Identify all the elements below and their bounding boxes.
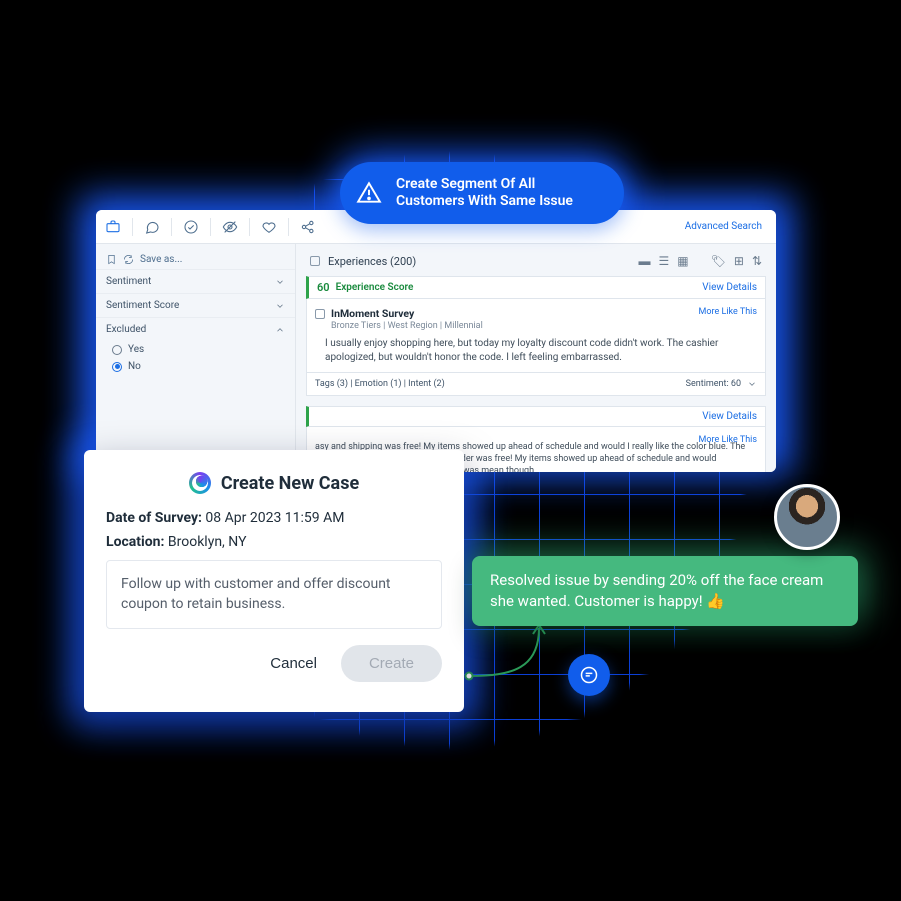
sidebar-section-excluded[interactable]: Excluded bbox=[96, 317, 295, 341]
case-note-input[interactable]: Follow up with customer and offer discou… bbox=[106, 560, 442, 629]
experience-card-footer: Tags (3) | Emotion (1) | Intent (2) Sent… bbox=[306, 373, 766, 396]
modal-title: Create New Case bbox=[221, 473, 359, 494]
date-value: 08 Apr 2023 11:59 AM bbox=[205, 510, 344, 526]
card-subtitle: Bronze Tiers | West Region | Millennial bbox=[315, 321, 757, 331]
experience-score-row: 60 Experience Score View Details bbox=[306, 276, 766, 299]
comment-icon[interactable] bbox=[143, 218, 161, 236]
view-details-link[interactable]: View Details bbox=[702, 411, 757, 422]
avatar bbox=[774, 484, 840, 550]
card-checkbox[interactable] bbox=[315, 309, 325, 319]
experience-card: More Like This InMoment Survey Bronze Ti… bbox=[306, 299, 766, 373]
resolution-text: Resolved issue by sending 20% off the fa… bbox=[490, 571, 823, 610]
experience-score-label: Experience Score bbox=[336, 282, 414, 293]
chat-icon bbox=[579, 665, 599, 685]
more-like-this-link[interactable]: More Like This bbox=[699, 307, 757, 317]
sidebar: Save as... Sentiment Sentiment Score Exc… bbox=[96, 244, 296, 472]
brand-logo-icon bbox=[189, 472, 211, 494]
chat-button[interactable] bbox=[568, 654, 610, 696]
alert-triangle-icon bbox=[356, 180, 382, 206]
share-icon[interactable] bbox=[299, 218, 317, 236]
cancel-button[interactable]: Cancel bbox=[260, 647, 327, 680]
save-as-link[interactable]: Save as... bbox=[140, 254, 182, 265]
eye-off-icon[interactable] bbox=[221, 218, 239, 236]
card-title: InMoment Survey bbox=[331, 307, 414, 320]
experience-score-row: View Details bbox=[306, 406, 766, 427]
more-like-this-link[interactable]: More Like This bbox=[699, 435, 757, 445]
excluded-option-yes[interactable]: Yes bbox=[96, 341, 295, 358]
view-grid-icon[interactable]: ▦ bbox=[677, 254, 688, 268]
experiences-title: Experiences (200) bbox=[328, 255, 416, 268]
view-details-link[interactable]: View Details bbox=[702, 282, 757, 293]
sidebar-section-sentiment-score[interactable]: Sentiment Score bbox=[96, 293, 295, 317]
date-label: Date of Survey: bbox=[106, 510, 202, 526]
chevron-down-icon bbox=[275, 277, 285, 287]
heart-icon[interactable] bbox=[260, 218, 278, 236]
create-button[interactable]: Create bbox=[341, 645, 442, 682]
card-tags: Tags (3) | Emotion (1) | Intent (2) bbox=[315, 379, 445, 389]
sort-icon[interactable]: ⇅ bbox=[752, 254, 762, 268]
card-body: I usually enjoy shopping here, but today… bbox=[315, 337, 757, 364]
select-all-checkbox[interactable] bbox=[310, 256, 320, 266]
main-panel: Experiences (200) ▬ ☰ ▦ 🏷 ⊞ ⇅ 60 Experien… bbox=[296, 244, 776, 472]
excluded-option-no[interactable]: No bbox=[96, 358, 295, 375]
segment-callout-text: Create Segment Of All Customers With Sam… bbox=[396, 176, 602, 211]
location-label: Location: bbox=[106, 534, 164, 550]
bookmark-icon[interactable] bbox=[106, 254, 117, 265]
briefcase-icon[interactable] bbox=[104, 218, 122, 236]
view-list-icon[interactable]: ☰ bbox=[659, 254, 670, 268]
sidebar-section-sentiment[interactable]: Sentiment bbox=[96, 269, 295, 293]
chevron-down-icon bbox=[275, 301, 285, 311]
experience-score-value: 60 bbox=[317, 281, 330, 294]
create-case-modal: Create New Case Date of Survey: 08 Apr 2… bbox=[84, 450, 464, 712]
experiences-header: Experiences (200) ▬ ☰ ▦ 🏷 ⊞ ⇅ bbox=[306, 252, 766, 270]
refresh-icon[interactable] bbox=[123, 254, 134, 265]
segment-callout: Create Segment Of All Customers With Sam… bbox=[340, 162, 624, 224]
grid2-icon[interactable]: ⊞ bbox=[734, 254, 744, 268]
resolution-bubble: Resolved issue by sending 20% off the fa… bbox=[472, 556, 858, 626]
tag-icon[interactable]: 🏷 bbox=[711, 254, 726, 268]
view-compact-icon[interactable]: ▬ bbox=[639, 254, 651, 268]
card-sentiment: Sentiment: 60 bbox=[686, 379, 741, 389]
advanced-search-link[interactable]: Advanced Search bbox=[685, 221, 768, 232]
location-value: Brooklyn, NY bbox=[168, 534, 247, 550]
chevron-up-icon bbox=[275, 325, 285, 335]
chevron-down-icon[interactable] bbox=[747, 379, 757, 389]
check-circle-icon[interactable] bbox=[182, 218, 200, 236]
app-window: Advanced Search Save as... Sentiment Sen… bbox=[96, 210, 776, 472]
